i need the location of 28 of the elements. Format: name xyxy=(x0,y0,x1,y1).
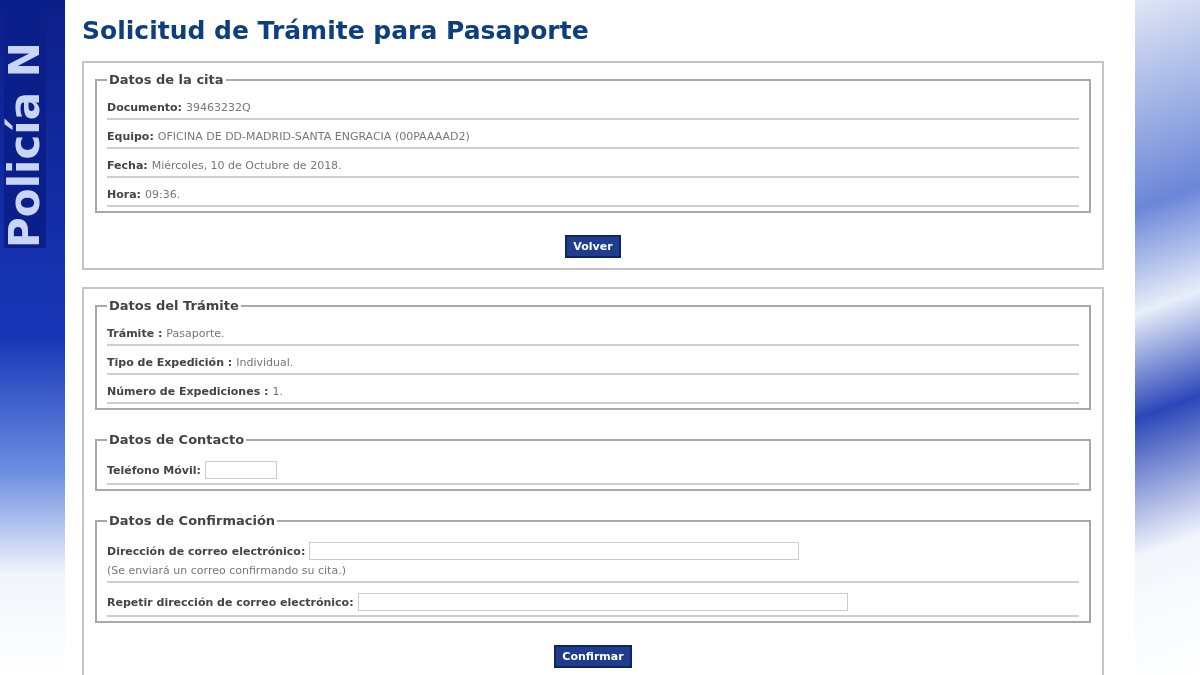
field-label: Documento: xyxy=(107,101,182,114)
field-value: Miércoles, 10 de Octubre de 2018. xyxy=(151,159,342,172)
field-label: Trámite : xyxy=(107,327,163,340)
submit-button[interactable]: Confirmar xyxy=(554,645,632,668)
input-field[interactable] xyxy=(357,593,848,611)
field-label: Hora: xyxy=(107,188,141,201)
field-label: Fecha: xyxy=(107,159,148,172)
field-label: Número de Expediciones : xyxy=(107,385,269,398)
section-legend: Datos del Trámite xyxy=(107,298,241,313)
field-label: Teléfono Móvil: xyxy=(107,463,201,477)
field-label: Equipo: xyxy=(107,130,154,143)
field-value: Individual. xyxy=(236,356,294,369)
field-label: Repetir dirección de correo electrónico: xyxy=(107,595,354,609)
field-label: Dirección de correo electrónico: xyxy=(107,544,306,558)
section-legend: Datos de Contacto xyxy=(107,432,247,447)
page-title: Solicitud de Trámite para Pasaporte xyxy=(82,16,590,45)
input-field[interactable] xyxy=(204,461,277,479)
field-label: Tipo de Expedición : xyxy=(107,356,233,369)
hint-text: (Se enviará un correo confirmando su cita.) xyxy=(107,564,347,577)
submit-button[interactable]: Volver xyxy=(565,235,621,258)
section-legend: Datos de Confirmación xyxy=(107,513,278,528)
field-value: 39463232Q xyxy=(186,101,251,114)
field-value: Pasaporte. xyxy=(166,327,225,340)
section-legend: Datos de la cita xyxy=(107,72,226,87)
input-field[interactable] xyxy=(309,542,800,560)
field-value: 09:36. xyxy=(145,188,181,201)
field-value: 1. xyxy=(272,385,283,398)
field-value: OFICINA DE DD-MADRID-SANTA ENGRACIA (00PAAAAD2) xyxy=(157,130,470,143)
